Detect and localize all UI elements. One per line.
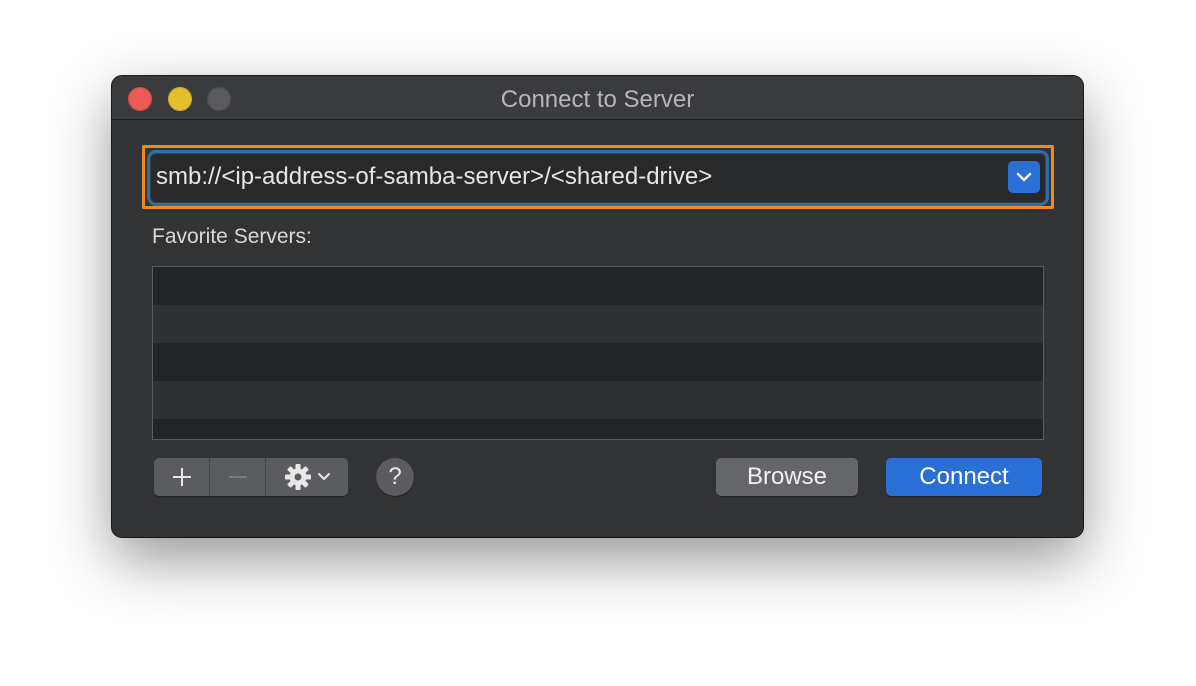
favorite-servers-label: Favorite Servers:	[152, 225, 312, 248]
minus-icon	[228, 476, 247, 478]
action-menu-button[interactable]	[266, 458, 348, 496]
list-item[interactable]	[153, 267, 1043, 305]
favorites-segmented-control	[154, 458, 348, 496]
favorite-servers-list[interactable]	[152, 266, 1044, 440]
chevron-down-icon	[1016, 172, 1032, 182]
help-button[interactable]: ?	[376, 458, 414, 496]
window-title: Connect to Server	[500, 86, 695, 113]
server-address-combobox[interactable]	[150, 153, 1046, 203]
plus-icon	[172, 468, 191, 486]
list-item[interactable]	[153, 305, 1043, 343]
add-favorite-button[interactable]	[154, 458, 209, 496]
list-item[interactable]	[153, 343, 1043, 381]
recent-servers-dropdown-button[interactable]	[1008, 161, 1040, 193]
chevron-down-icon	[318, 473, 330, 480]
gear-icon	[285, 464, 311, 490]
connect-button[interactable]: Connect	[886, 458, 1042, 496]
title-bar: Connect to Server	[112, 76, 1083, 120]
list-item[interactable]	[153, 381, 1043, 419]
remove-favorite-button[interactable]	[210, 458, 265, 496]
server-address-input[interactable]	[156, 153, 996, 201]
list-item[interactable]	[153, 419, 1043, 439]
browse-button[interactable]: Browse	[716, 458, 858, 496]
connect-to-server-window: Connect to Server Favorite Servers:	[112, 76, 1083, 537]
